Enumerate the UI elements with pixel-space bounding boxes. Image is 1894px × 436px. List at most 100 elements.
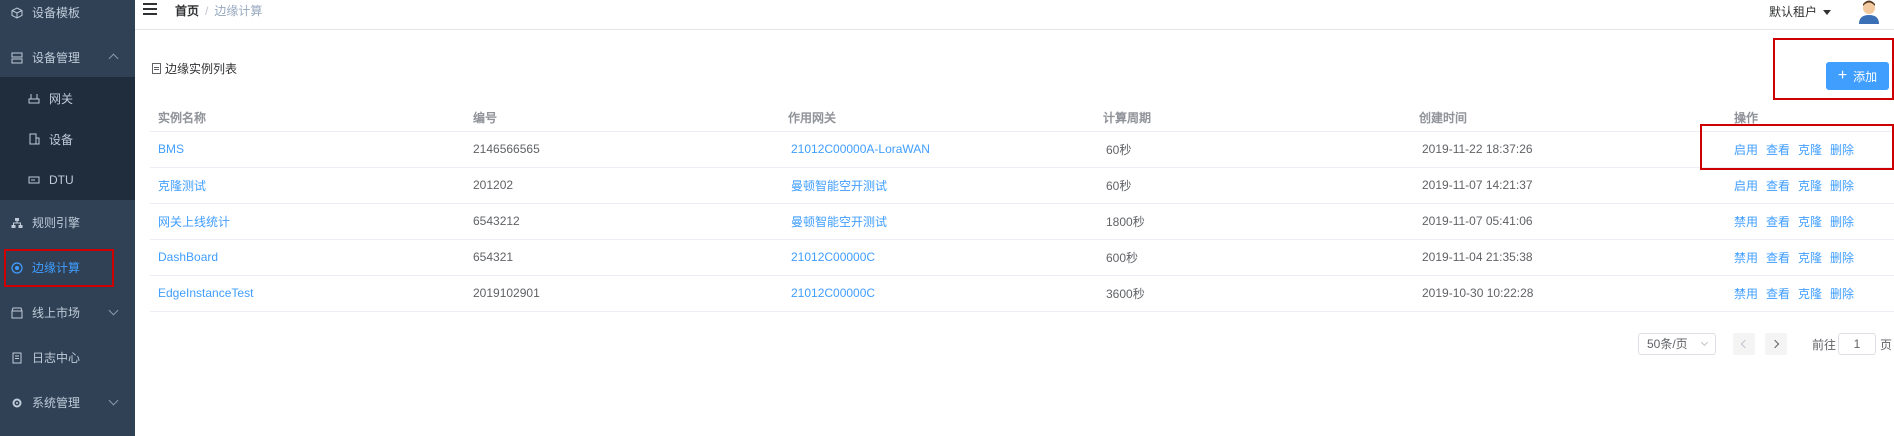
sitemap-icon	[10, 216, 24, 230]
created-time: 2019-11-07 05:41:06	[1411, 203, 1726, 240]
created-time: 2019-11-07 14:21:37	[1411, 167, 1726, 204]
sidebar-item-online-market[interactable]: 线上市场	[0, 290, 135, 335]
view-button[interactable]: 查看	[1766, 215, 1790, 229]
toggle-button[interactable]: 禁用	[1734, 215, 1758, 229]
table-row: DashBoard 654321 21012C00000C 600秒 2019-…	[150, 239, 1894, 276]
instance-code: 2146566565	[465, 131, 780, 168]
delete-button[interactable]: 删除	[1830, 179, 1854, 193]
chevron-down-icon	[1700, 338, 1709, 347]
sidebar-item-label: 设备模板	[32, 6, 81, 20]
instance-code: 2019102901	[465, 275, 780, 312]
goto-label: 前往	[1812, 338, 1837, 352]
instance-code: 201202	[465, 167, 780, 204]
compute-period: 1800秒	[1095, 203, 1411, 240]
column-header: 创建时间	[1411, 104, 1726, 132]
compute-period: 3600秒	[1095, 275, 1411, 312]
instance-name-link[interactable]: 克隆测试	[150, 167, 465, 204]
table-header-row: 实例名称 编号 作用网关 计算周期 创建时间 操作	[150, 104, 1894, 132]
instance-name-link[interactable]: 网关上线统计	[150, 203, 465, 240]
cube-icon	[10, 6, 24, 20]
table-row: BMS 2146566565 21012C00000A-LoraWAN 60秒 …	[150, 131, 1894, 168]
sidebar-item-device[interactable]: 设备	[0, 119, 135, 159]
chevron-down-icon	[108, 305, 119, 316]
prev-page-button[interactable]	[1733, 333, 1755, 355]
chevron-up-icon	[108, 53, 119, 64]
gateway-link[interactable]: 21012C00000C	[780, 275, 1095, 312]
compute-period: 600秒	[1095, 239, 1411, 276]
tenant-dropdown[interactable]: 默认租户	[1769, 3, 1831, 20]
instance-name-link[interactable]: EdgeInstanceTest	[150, 275, 465, 312]
sidebar-item-device-template[interactable]: 设备模板	[0, 0, 135, 35]
column-header: 实例名称	[150, 104, 465, 132]
sidebar-item-label: DTU	[49, 172, 74, 187]
sidebar-item-gateway[interactable]: 网关	[0, 77, 135, 119]
sidebar-item-rule-engine[interactable]: 规则引擎	[0, 200, 135, 245]
log-icon	[10, 351, 24, 365]
goto-page-input[interactable]: 1	[1838, 333, 1876, 355]
avatar[interactable]	[1856, 0, 1882, 24]
sidebar: 设备模板 设备管理 网关 设备 DTU 规则引擎 边缘计算 线上市场 日志中心 …	[0, 0, 135, 436]
page-size-value: 50条/页	[1647, 337, 1688, 351]
sidebar-item-dtu[interactable]: DTU	[0, 159, 135, 200]
highlight-box	[1700, 124, 1894, 170]
top-navbar: 首页 / 边缘计算 默认租户	[135, 0, 1894, 30]
compute-period: 60秒	[1095, 167, 1411, 204]
caret-down-icon	[1823, 10, 1831, 16]
market-icon	[10, 306, 24, 320]
toggle-button[interactable]: 启用	[1734, 179, 1758, 193]
hamburger-icon[interactable]	[143, 3, 157, 15]
view-button[interactable]: 查看	[1766, 287, 1790, 301]
row-actions: 启用 查看 克隆 删除	[1726, 167, 1894, 204]
instance-name-link[interactable]: DashBoard	[150, 239, 465, 276]
gear-icon	[10, 396, 24, 410]
sidebar-item-system-management[interactable]: 系统管理	[0, 380, 135, 425]
gateway-link[interactable]: 21012C00000A-LoraWAN	[780, 131, 1095, 168]
breadcrumb-current: 边缘计算	[214, 4, 263, 18]
gateway-icon	[27, 91, 41, 105]
delete-button[interactable]: 删除	[1830, 215, 1854, 229]
column-header: 计算周期	[1095, 104, 1411, 132]
panel-title: 边缘实例列表	[152, 60, 237, 77]
compute-period: 60秒	[1095, 131, 1411, 168]
clone-button[interactable]: 克隆	[1798, 287, 1822, 301]
edge-instance-table: 实例名称 编号 作用网关 计算周期 创建时间 操作 BMS 2146566565…	[150, 104, 1894, 312]
column-header: 编号	[465, 104, 780, 132]
gateway-link[interactable]: 21012C00000C	[780, 239, 1095, 276]
instance-name-link[interactable]: BMS	[150, 131, 465, 168]
view-button[interactable]: 查看	[1766, 179, 1790, 193]
clone-button[interactable]: 克隆	[1798, 251, 1822, 265]
sidebar-item-log-center[interactable]: 日志中心	[0, 335, 135, 380]
clone-button[interactable]: 克隆	[1798, 179, 1822, 193]
highlight-box	[4, 249, 114, 287]
breadcrumb-home[interactable]: 首页	[175, 4, 199, 18]
sidebar-item-label: 规则引擎	[32, 216, 81, 230]
next-page-button[interactable]	[1765, 333, 1787, 355]
chevron-down-icon	[108, 395, 119, 406]
breadcrumb: 首页 / 边缘计算	[175, 2, 262, 19]
toggle-button[interactable]: 禁用	[1734, 287, 1758, 301]
gateway-link[interactable]: 曼顿智能空开测试	[780, 167, 1095, 204]
delete-button[interactable]: 删除	[1830, 251, 1854, 265]
breadcrumb-separator: /	[205, 4, 209, 18]
created-time: 2019-11-04 21:35:38	[1411, 239, 1726, 276]
device-icon	[27, 132, 41, 146]
instance-code: 6543212	[465, 203, 780, 240]
row-actions: 禁用 查看 克隆 删除	[1726, 239, 1894, 276]
instance-code: 654321	[465, 239, 780, 276]
gateway-link[interactable]: 曼顿智能空开测试	[780, 203, 1095, 240]
server-icon	[10, 51, 24, 65]
table-row: 网关上线统计 6543212 曼顿智能空开测试 1800秒 2019-11-07…	[150, 203, 1894, 240]
column-header: 作用网关	[780, 104, 1095, 132]
sidebar-item-label: 日志中心	[32, 351, 81, 365]
highlight-box	[1773, 38, 1894, 100]
sidebar-item-label: 设备	[49, 132, 74, 147]
page-unit-label: 页	[1880, 338, 1893, 352]
toggle-button[interactable]: 禁用	[1734, 251, 1758, 265]
delete-button[interactable]: 删除	[1830, 287, 1854, 301]
sidebar-item-label: 设备管理	[32, 51, 81, 65]
page-size-select[interactable]: 50条/页	[1638, 333, 1716, 355]
sidebar-item-label: 网关	[49, 91, 74, 106]
view-button[interactable]: 查看	[1766, 251, 1790, 265]
clone-button[interactable]: 克隆	[1798, 215, 1822, 229]
sidebar-item-device-management[interactable]: 设备管理	[0, 35, 135, 80]
